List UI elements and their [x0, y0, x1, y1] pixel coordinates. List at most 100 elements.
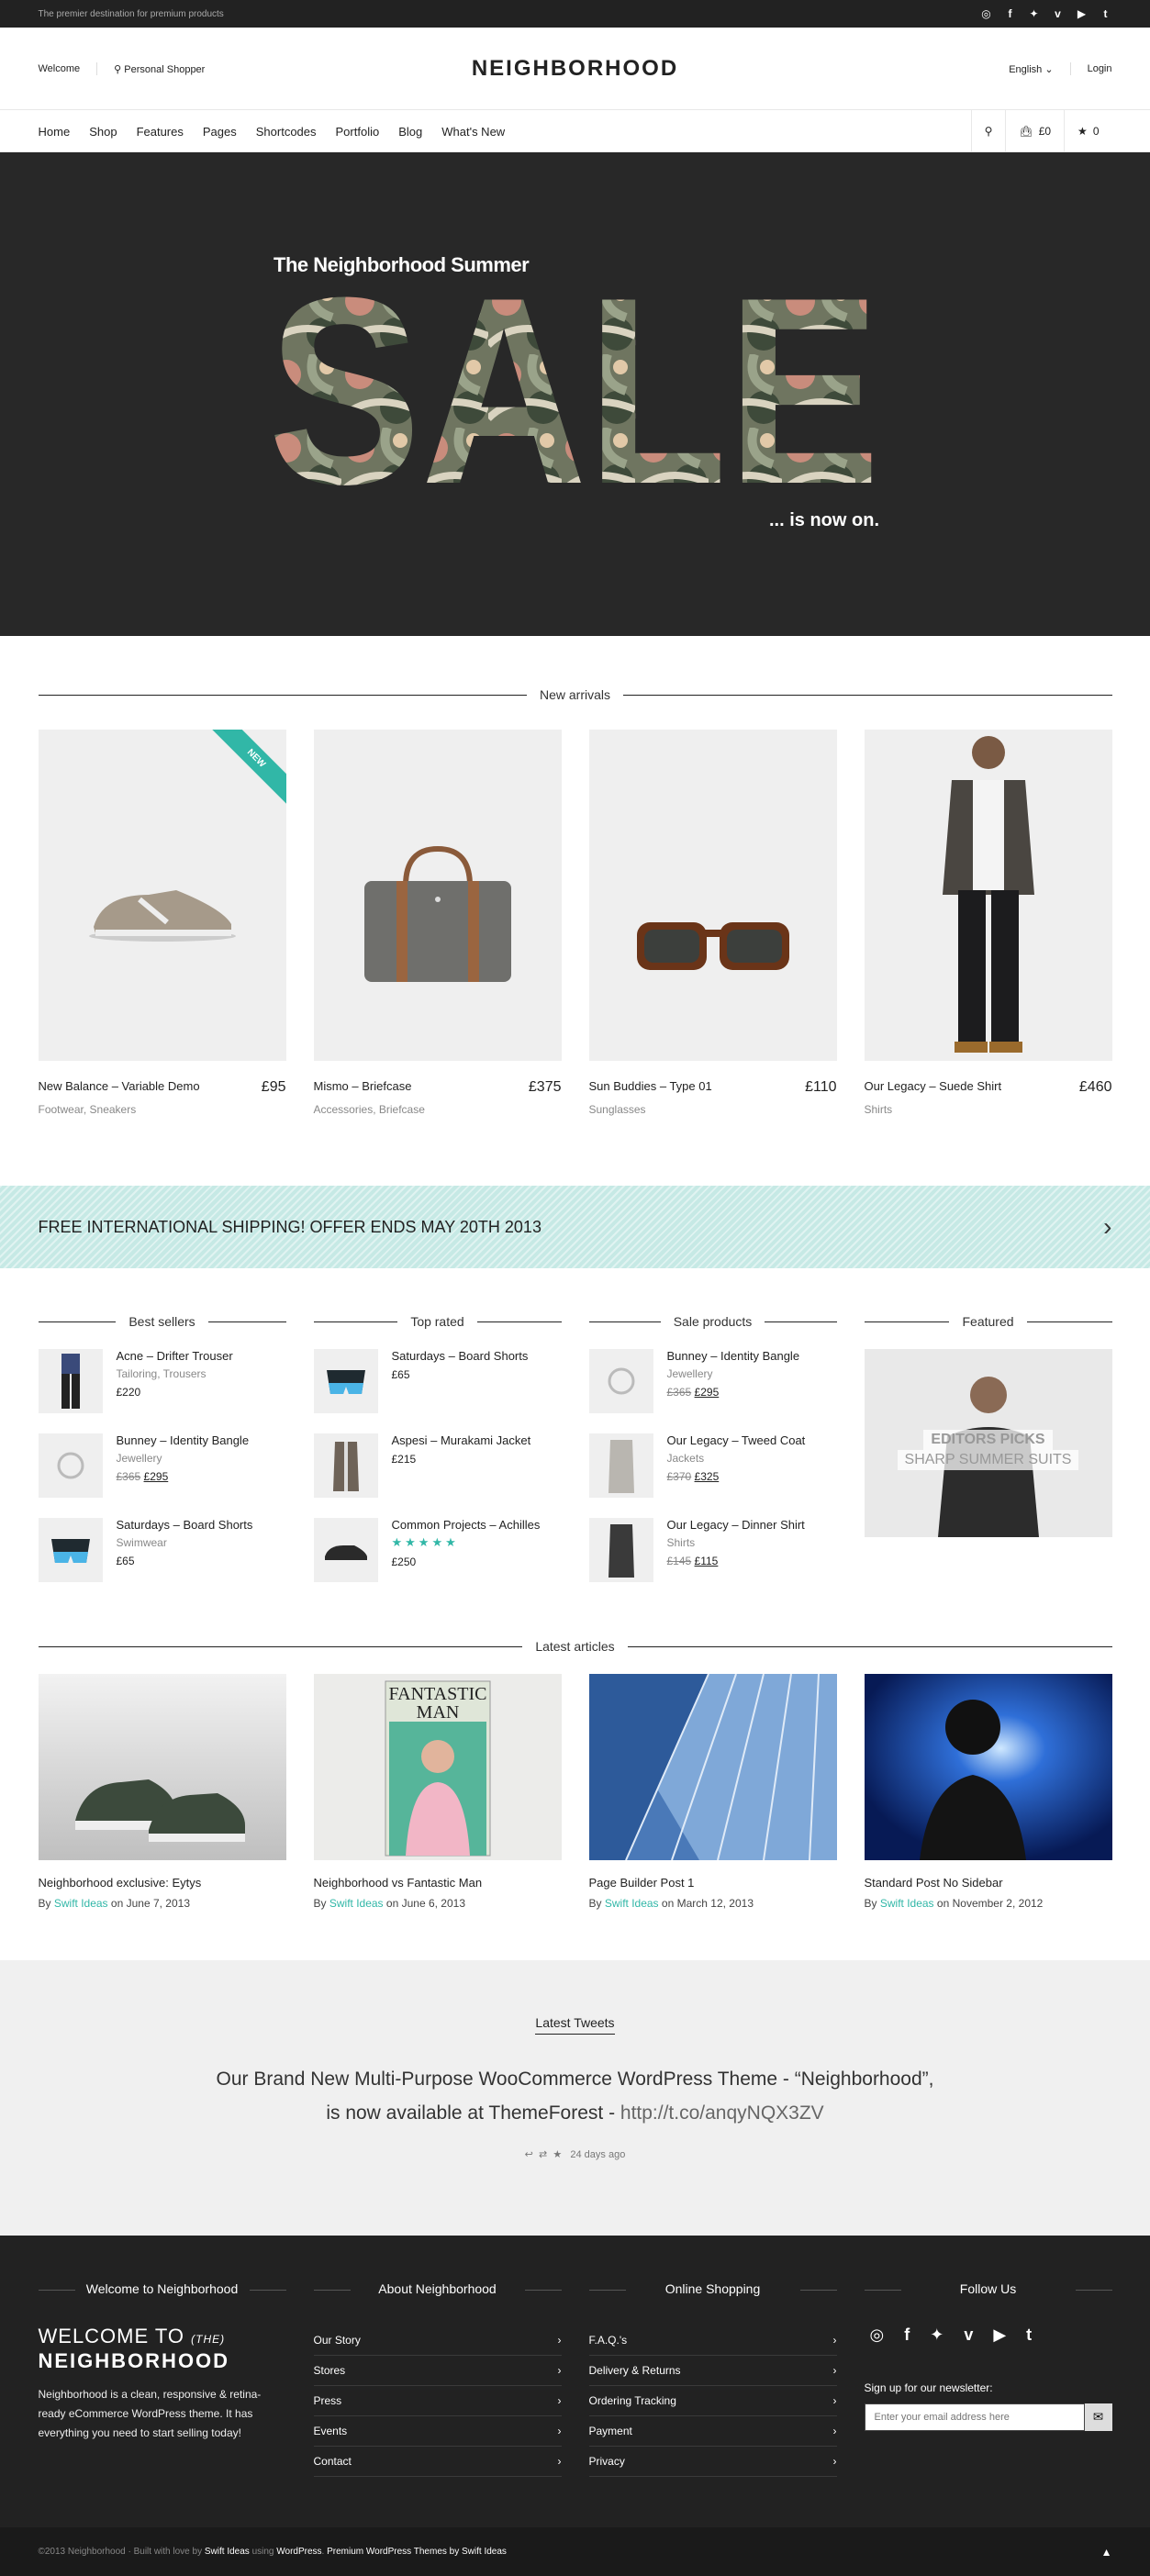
list-item[interactable]: Our Legacy – Tweed Coat Jackets £370 £325 [588, 1433, 837, 1498]
product-card[interactable]: Sun Buddies – Type 01 £110 Sunglasses [588, 730, 837, 1116]
chevron-right-icon[interactable]: › [1103, 1212, 1111, 1242]
twitter-icon[interactable]: ✦ [1028, 7, 1041, 20]
product-name[interactable]: Saturdays – Board Shorts [392, 1349, 529, 1363]
product-thumb[interactable] [588, 1433, 653, 1498]
article-image[interactable] [38, 1674, 286, 1860]
product-thumb[interactable] [588, 1518, 653, 1582]
product-name[interactable]: Aspesi – Murakami Jacket [392, 1433, 531, 1447]
nav-item-home[interactable]: Home [39, 125, 71, 139]
product-name[interactable]: Our Legacy – Suede Shirt [865, 1079, 1002, 1096]
language-select[interactable]: English ⌄ [1009, 63, 1053, 75]
product-categories[interactable]: Shirts [667, 1536, 805, 1549]
article-card[interactable]: Page Builder Post 1 By Swift Ideas on Ma… [588, 1673, 837, 1910]
article-image[interactable]: FANTASTICMAN [313, 1674, 562, 1860]
article-card[interactable]: FANTASTIC MAN Neighborhood vs Fantastic M… [313, 1674, 562, 1910]
product-thumb[interactable] [588, 1349, 653, 1413]
vimeo-icon[interactable]: v [964, 2325, 973, 2345]
product-categories[interactable]: Shirts [865, 1103, 1112, 1116]
personal-shopper-link[interactable]: ⚲ Personal Shopper [114, 63, 205, 75]
product-categories[interactable]: Swimwear [117, 1536, 253, 1549]
youtube-icon[interactable]: ▶ [993, 2325, 1006, 2345]
footer-link[interactable]: Contact › [313, 2447, 562, 2477]
nav-item-whats-new[interactable]: What's New [441, 125, 505, 139]
cart-button[interactable]: 👜︎ £0 [1005, 110, 1064, 152]
vimeo-icon[interactable]: v [1052, 7, 1065, 20]
product-categories[interactable]: Tailoring, Trousers [117, 1367, 233, 1380]
site-logo[interactable]: NEIGHBORHOOD [472, 56, 678, 82]
footer-link[interactable]: Privacy › [588, 2447, 837, 2477]
author-link[interactable]: Swift Ideas [54, 1897, 108, 1910]
product-name[interactable]: Sun Buddies – Type 01 [589, 1079, 712, 1096]
footer-link[interactable]: Payment › [588, 2416, 837, 2447]
footer-link[interactable]: Press › [313, 2386, 562, 2416]
footer-link[interactable]: Ordering Tracking › [588, 2386, 837, 2416]
product-categories[interactable]: Footwear, Sneakers [39, 1103, 286, 1116]
product-name[interactable]: Saturdays – Board Shorts [117, 1518, 253, 1532]
hero-banner[interactable]: The Neighborhood Summer SALE ... is now … [0, 152, 1150, 636]
promo-banner[interactable]: FREE INTERNATIONAL SHIPPING! OFFER ENDS … [0, 1186, 1150, 1268]
youtube-icon[interactable]: ▶ [1076, 7, 1089, 20]
article-title[interactable]: Neighborhood vs Fantastic Man [314, 1876, 562, 1890]
footer-link[interactable]: Our Story › [313, 2325, 562, 2356]
product-categories[interactable]: Sunglasses [589, 1103, 837, 1116]
product-name[interactable]: Bunney – Identity Bangle [667, 1349, 800, 1363]
swift-ideas-link[interactable]: Swift Ideas [205, 2547, 250, 2557]
list-item[interactable]: Bunney – Identity Bangle Jewellery £365 £2… [588, 1349, 837, 1413]
list-item[interactable]: Our Legacy – Dinner Shirt Shirts £145 £115 [588, 1518, 837, 1582]
product-categories[interactable]: Accessories, Briefcase [314, 1103, 562, 1116]
product-name[interactable]: Our Legacy – Dinner Shirt [667, 1518, 805, 1532]
article-title[interactable]: Neighborhood exclusive: Eytys [39, 1876, 286, 1890]
product-image[interactable]: NEW [38, 730, 286, 1061]
list-item[interactable]: Saturdays – Board Shorts £65 [313, 1349, 562, 1413]
search-button[interactable]: ⚲ [970, 110, 1006, 152]
author-link[interactable]: Swift Ideas [880, 1897, 934, 1910]
welcome-link[interactable]: Welcome [39, 63, 81, 74]
article-image[interactable] [864, 1674, 1112, 1860]
list-item[interactable]: Aspesi – Murakami Jacket £215 [313, 1433, 562, 1498]
list-item[interactable]: Common Projects – Achilles ★★★★★ £250 [313, 1518, 562, 1582]
favorite-icon[interactable]: ★ [553, 2149, 562, 2160]
product-card[interactable]: Mismo – Briefcase £375 Accessories, Brief… [313, 730, 562, 1116]
product-categories[interactable]: Jewellery [117, 1452, 250, 1465]
product-name[interactable]: Acne – Drifter Trouser [117, 1349, 233, 1363]
product-thumb[interactable] [38, 1349, 103, 1413]
product-image[interactable] [588, 730, 837, 1061]
nav-item-pages[interactable]: Pages [203, 125, 237, 139]
wishlist-button[interactable]: ★ 0 [1064, 110, 1111, 152]
product-name[interactable]: Common Projects – Achilles [392, 1518, 541, 1532]
list-item[interactable]: Bunney – Identity Bangle Jewellery £365 £2… [38, 1433, 286, 1498]
product-thumb[interactable] [38, 1433, 103, 1498]
product-name[interactable]: New Balance – Variable Demo [39, 1079, 200, 1096]
twitter-icon[interactable]: ✦ [930, 2325, 943, 2345]
login-link[interactable]: Login [1088, 63, 1112, 74]
premium-themes-link[interactable]: Premium WordPress Themes by Swift Ideas [327, 2547, 507, 2557]
footer-link[interactable]: Delivery & Returns › [588, 2356, 837, 2386]
product-categories[interactable]: Jewellery [667, 1367, 800, 1380]
article-title[interactable]: Standard Post No Sidebar [865, 1876, 1112, 1890]
featured-banner[interactable]: EDITORS PICKS SHARP SUMMER SUITS [864, 1349, 1112, 1537]
article-card[interactable]: Neighborhood exclusive: Eytys By Swift I… [38, 1674, 286, 1910]
product-categories[interactable]: Jackets [667, 1452, 806, 1465]
list-item[interactable]: Saturdays – Board Shorts Swimwear £65 [38, 1518, 286, 1582]
nav-item-features[interactable]: Features [137, 125, 184, 139]
product-name[interactable]: Mismo – Briefcase [314, 1079, 412, 1096]
tweet-link[interactable]: http://t.co/anqyNQX3ZV [620, 2102, 824, 2124]
product-name[interactable]: Our Legacy – Tweed Coat [667, 1433, 806, 1447]
dribbble-icon[interactable]: ◎ [980, 7, 993, 20]
newsletter-submit-button[interactable]: ✉ [1084, 2403, 1112, 2431]
product-thumb[interactable] [313, 1433, 378, 1498]
footer-link[interactable]: Events › [313, 2416, 562, 2447]
retweet-icon[interactable]: ⇄ [539, 2149, 547, 2160]
product-card[interactable]: Our Legacy – Suede Shirt £460 Shirts [864, 730, 1112, 1116]
tumblr-icon[interactable]: t [1100, 7, 1112, 20]
author-link[interactable]: Swift Ideas [605, 1897, 659, 1910]
author-link[interactable]: Swift Ideas [329, 1897, 384, 1910]
product-image[interactable] [864, 730, 1112, 1061]
footer-link[interactable]: F.A.Q.'s › [588, 2325, 837, 2356]
footer-link[interactable]: Stores › [313, 2356, 562, 2386]
dribbble-icon[interactable]: ◎ [870, 2325, 885, 2345]
wordpress-link[interactable]: WordPress [276, 2547, 321, 2557]
product-thumb[interactable] [313, 1349, 378, 1413]
nav-item-blog[interactable]: Blog [398, 125, 422, 139]
back-to-top-icon[interactable]: ▲ [1101, 2546, 1112, 2559]
